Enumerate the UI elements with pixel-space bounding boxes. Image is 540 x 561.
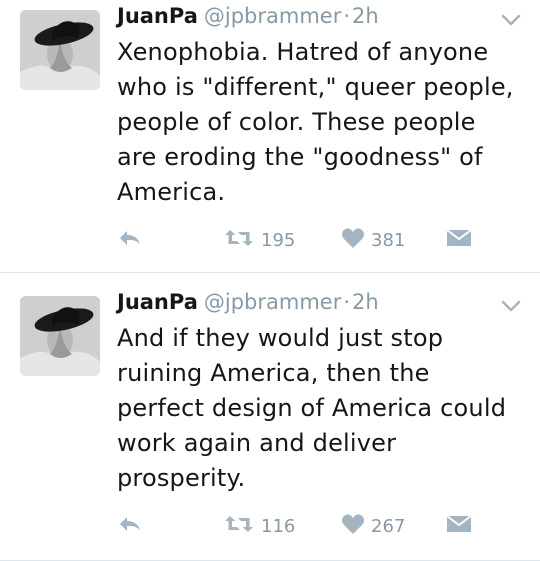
avatar-photo — [20, 296, 100, 376]
user-handle[interactable]: @jpbrammer — [204, 4, 341, 28]
retweet-count: 195 — [261, 229, 296, 251]
divider — [0, 272, 540, 273]
retweet-icon — [223, 227, 255, 253]
display-name[interactable]: JuanPa — [117, 4, 198, 28]
timestamp[interactable]: 2h — [352, 290, 379, 314]
retweet-icon — [223, 513, 255, 539]
direct-message-button[interactable] — [446, 226, 472, 254]
chevron-down-icon[interactable] — [500, 12, 522, 26]
retweet-button[interactable]: 116 — [223, 512, 295, 540]
avatar[interactable] — [20, 296, 100, 376]
like-button[interactable]: 381 — [341, 226, 405, 254]
tweet-text: Xenophobia. Hatred of anyone who is "dif… — [117, 38, 514, 206]
tweet[interactable]: JuanPa @jpbrammer·2h And if they would ju… — [0, 286, 540, 561]
tweet-actions: 195 381 — [0, 226, 540, 254]
timestamp[interactable]: 2h — [352, 4, 379, 28]
separator-dot: · — [343, 290, 351, 314]
like-count: 381 — [371, 229, 406, 251]
retweet-button[interactable]: 195 — [223, 226, 295, 254]
avatar-photo — [20, 10, 100, 90]
display-name[interactable]: JuanPa — [117, 290, 198, 314]
direct-message-icon — [446, 514, 472, 538]
tweet-actions: 116 267 — [0, 512, 540, 540]
separator-dot: · — [343, 4, 351, 28]
reply-icon — [117, 513, 143, 539]
retweet-count: 116 — [261, 515, 296, 537]
avatar[interactable] — [20, 10, 100, 90]
reply-button[interactable] — [117, 226, 143, 254]
direct-message-button[interactable] — [446, 512, 472, 540]
like-icon — [341, 227, 365, 253]
like-count: 267 — [371, 515, 406, 537]
like-button[interactable]: 267 — [341, 512, 405, 540]
chevron-down-icon[interactable] — [500, 298, 522, 312]
direct-message-icon — [446, 228, 472, 252]
tweet[interactable]: JuanPa @jpbrammer·2h Xenophobia. Hatred o… — [0, 0, 540, 273]
reply-icon — [117, 227, 143, 253]
reply-button[interactable] — [117, 512, 143, 540]
like-icon — [341, 513, 365, 539]
tweet-text: And if they would just stop ruining Amer… — [117, 324, 507, 492]
user-handle[interactable]: @jpbrammer — [204, 290, 341, 314]
